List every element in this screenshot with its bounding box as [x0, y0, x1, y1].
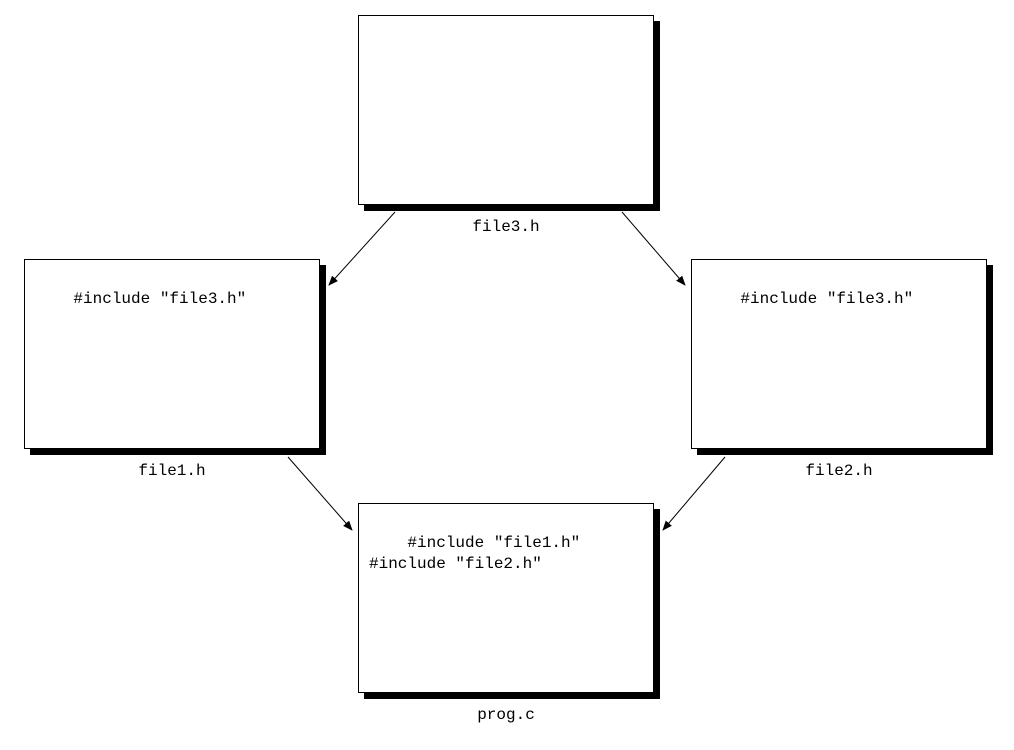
file-content-prog: #include "file1.h" #include "file2.h"	[369, 534, 580, 573]
file-content-file1: #include "file3.h"	[73, 290, 246, 308]
file-box-file2: #include "file3.h"	[691, 259, 987, 449]
file-label-prog: prog.c	[358, 706, 654, 724]
file-box-prog: #include "file1.h" #include "file2.h"	[358, 503, 654, 693]
file-label-file1: file1.h	[24, 462, 320, 480]
file-label-file2: file2.h	[691, 462, 987, 480]
file-box-file3	[358, 15, 654, 205]
file-box-file1: #include "file3.h"	[24, 259, 320, 449]
file-content-file2: #include "file3.h"	[740, 290, 913, 308]
file-label-file3: file3.h	[358, 218, 654, 236]
